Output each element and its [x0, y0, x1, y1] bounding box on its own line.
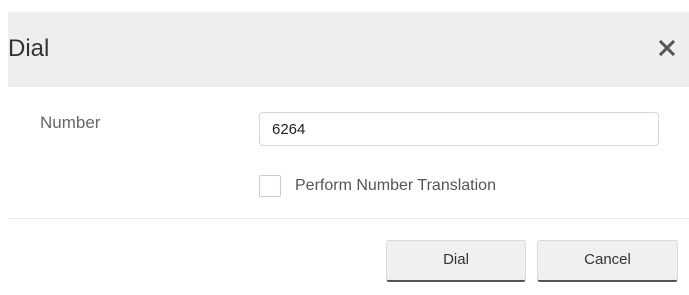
dialog-title: Dial — [8, 35, 50, 62]
dialog-header: Dial — [8, 12, 689, 87]
perform-number-translation-checkbox[interactable] — [259, 175, 281, 197]
close-icon[interactable] — [655, 36, 679, 60]
footer-divider — [8, 218, 689, 219]
dial-button[interactable]: Dial — [386, 240, 526, 282]
number-input[interactable] — [259, 112, 659, 146]
number-label: Number — [40, 113, 101, 132]
dial-dialog: Dial Number Perform Number Translation D… — [0, 0, 689, 295]
perform-number-translation-label[interactable]: Perform Number Translation — [295, 176, 496, 196]
cancel-button[interactable]: Cancel — [537, 240, 678, 282]
